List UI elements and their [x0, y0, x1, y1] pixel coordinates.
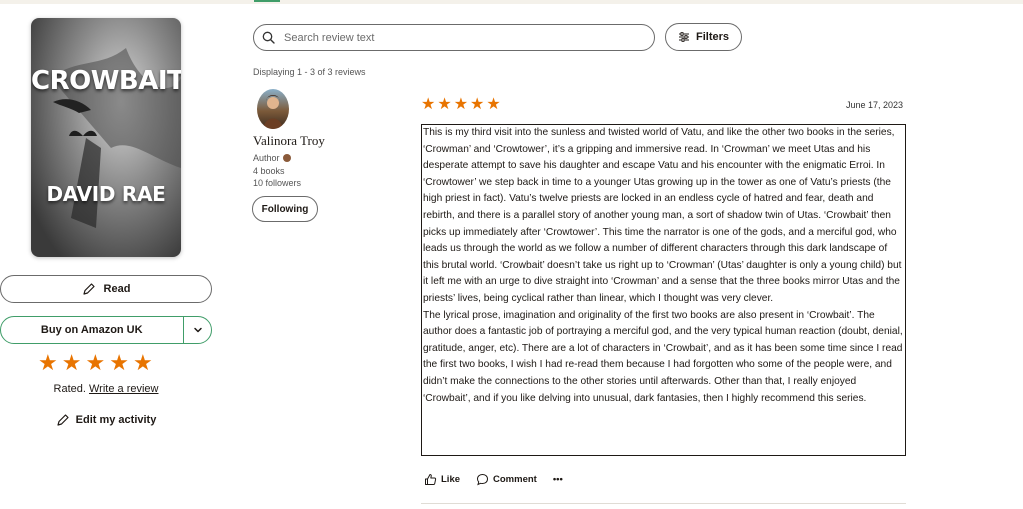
rated-status: Rated. Write a review — [0, 383, 212, 395]
thumbs-up-icon — [425, 474, 437, 485]
review-paragraph-1: This is my third visit into the sunless … — [423, 127, 902, 304]
review-rating-stars: ★ ★ ★ ★ ★ — [421, 97, 501, 113]
review-search-box[interactable] — [253, 24, 655, 51]
sliders-icon — [678, 32, 689, 42]
reviewer-role-label: Author — [253, 153, 280, 163]
comment-button[interactable]: Comment — [476, 473, 537, 486]
review-text: This is my third visit into the sunless … — [421, 124, 906, 456]
avatar-image — [263, 95, 283, 129]
reviewer-role: Author — [253, 153, 291, 163]
pencil-icon — [82, 283, 95, 295]
active-tab-indicator — [254, 0, 280, 2]
review-actions: Like Comment ••• — [424, 473, 579, 486]
rating-star-5[interactable]: ★ — [133, 352, 153, 374]
like-button[interactable]: Like — [424, 473, 460, 486]
user-rating-stars[interactable]: ★ ★ ★ ★ ★ — [38, 352, 153, 374]
review-star-1: ★ — [421, 96, 436, 113]
reviewer-books[interactable]: 4 books — [253, 166, 285, 176]
write-review-link[interactable]: Write a review — [89, 383, 158, 395]
reviewer-name[interactable]: Valinora Troy — [253, 133, 325, 149]
author-badge-icon — [282, 154, 291, 162]
filters-label: Filters — [695, 31, 729, 43]
pencil-icon — [57, 414, 69, 426]
reviewer-avatar[interactable] — [257, 89, 289, 129]
cover-author: DAVID RAE — [46, 182, 166, 206]
reviewer-followers[interactable]: 10 followers — [253, 178, 301, 188]
book-cover[interactable]: CROWBAIT DAVID RAE — [31, 18, 181, 257]
review-paragraph-2: The lyrical prose, imagination and origi… — [423, 309, 903, 404]
reviews-count-summary: Displaying 1 - 3 of 3 reviews — [253, 67, 366, 77]
read-button[interactable]: Read — [0, 275, 212, 303]
chevron-down-icon — [193, 327, 202, 333]
like-label: Like — [441, 474, 461, 485]
rating-star-3[interactable]: ★ — [85, 352, 105, 374]
comment-label: Comment — [493, 474, 537, 485]
buy-button-label[interactable]: Buy on Amazon UK — [1, 324, 183, 336]
rating-star-1[interactable]: ★ — [38, 352, 58, 374]
following-button[interactable]: Following — [252, 196, 318, 222]
rating-star-4[interactable]: ★ — [109, 352, 129, 374]
review-star-3: ★ — [453, 96, 469, 113]
review-date[interactable]: June 17, 2023 — [846, 100, 903, 110]
search-input[interactable] — [282, 30, 646, 45]
top-tab-strip — [0, 0, 1023, 4]
buy-options-dropdown[interactable] — [184, 325, 211, 335]
read-button-label: Read — [103, 283, 131, 295]
comment-icon — [477, 473, 489, 486]
buy-amazon-button[interactable]: Buy on Amazon UK — [0, 316, 212, 344]
edit-activity-button[interactable]: Edit my activity — [0, 413, 212, 427]
search-icon — [262, 31, 275, 44]
review-star-4: ★ — [470, 96, 485, 113]
review-star-2: ★ — [437, 96, 452, 113]
more-options-icon: ••• — [552, 474, 563, 485]
rating-star-2[interactable]: ★ — [62, 352, 82, 374]
filters-button[interactable]: Filters — [665, 23, 742, 51]
review-divider — [421, 503, 906, 504]
rated-prefix: Rated. — [53, 383, 86, 395]
edit-activity-label: Edit my activity — [75, 414, 157, 426]
cover-title: CROWBAIT — [31, 66, 181, 96]
cover-artwork — [51, 48, 181, 228]
review-star-5: ★ — [486, 96, 501, 113]
more-options-button[interactable]: ••• — [553, 474, 563, 485]
